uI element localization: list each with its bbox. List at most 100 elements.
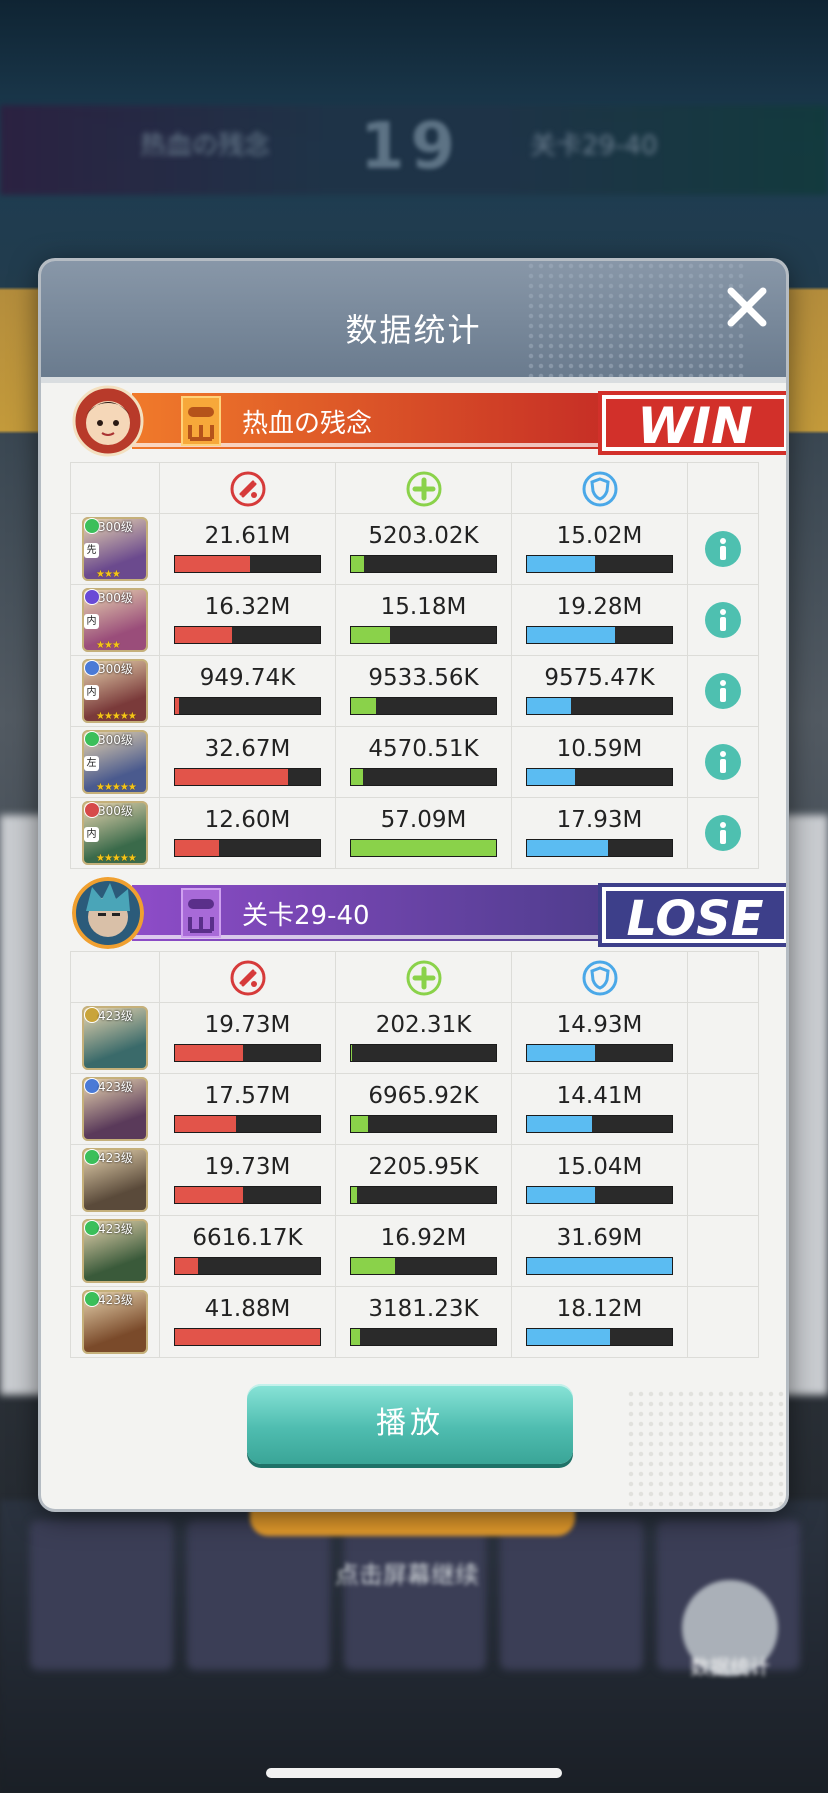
- hero-level: 300级: [98, 733, 133, 747]
- lose-text: LOSE: [626, 891, 763, 947]
- heal-bar: [350, 1186, 497, 1204]
- damage-bar: [174, 1044, 321, 1062]
- damage-bar: [174, 768, 321, 786]
- defense-value: 15.02M: [556, 523, 643, 549]
- heal-bar-fill: [351, 769, 363, 785]
- hero-row: 300级先 ★★★ 21.61M 5203.02K 15.02M: [70, 513, 759, 585]
- heal-cell: 9533.56K: [335, 655, 512, 727]
- defense-bar: [526, 626, 673, 644]
- info-icon[interactable]: [704, 743, 742, 781]
- header-heal-cell: [335, 951, 512, 1003]
- hero-level: 300级: [98, 520, 133, 534]
- heal-bar: [350, 555, 497, 573]
- defense-bar: [526, 1257, 673, 1275]
- hero-avatar[interactable]: 423级: [82, 1290, 148, 1354]
- hero-avatar[interactable]: 423级: [82, 1219, 148, 1283]
- info-icon[interactable]: [704, 601, 742, 639]
- damage-bar-fill: [175, 627, 232, 643]
- damage-value: 6616.17K: [192, 1225, 303, 1251]
- defense-value: 15.04M: [556, 1154, 643, 1180]
- heal-icon: [406, 960, 441, 996]
- background-stats-label: 数据统计: [690, 1655, 770, 1679]
- home-indicator[interactable]: [266, 1768, 562, 1778]
- defense-value: 31.69M: [556, 1225, 643, 1251]
- heal-value: 5203.02K: [368, 523, 479, 549]
- heal-bar-fill: [351, 1258, 395, 1274]
- heal-value: 9533.56K: [368, 665, 479, 691]
- heal-bar: [350, 1115, 497, 1133]
- info-cell: [687, 1073, 759, 1145]
- heal-cell: 2205.95K: [335, 1144, 512, 1216]
- damage-icon: [230, 960, 265, 996]
- defense-bar-fill: [527, 1258, 672, 1274]
- defense-bar: [526, 555, 673, 573]
- damage-cell: 19.73M: [159, 1002, 336, 1074]
- damage-cell: 949.74K: [159, 655, 336, 727]
- background-left-team-name: 热血の残念: [140, 131, 271, 161]
- background-stats-button: 数据统计: [682, 1580, 778, 1679]
- player-avatar: [72, 385, 144, 457]
- play-button[interactable]: 播放: [247, 1384, 573, 1464]
- defense-cell: 14.41M: [511, 1073, 688, 1145]
- hero-stars: ★★★: [96, 569, 121, 580]
- damage-bar: [174, 839, 321, 857]
- hero-stars: ★★★★★: [96, 853, 137, 864]
- hero-avatar[interactable]: 300级内 ★★★★★: [82, 801, 148, 865]
- hero-position-tag: 左: [84, 756, 99, 771]
- heal-cell: 57.09M: [335, 797, 512, 869]
- stats-header-row: [70, 951, 759, 1003]
- header-info-cell: [687, 951, 759, 1003]
- damage-value: 21.61M: [204, 523, 291, 549]
- team-banner-player: 热血の残念 WIN: [72, 385, 786, 457]
- damage-bar-fill: [175, 698, 180, 714]
- defense-value: 19.28M: [556, 594, 643, 620]
- background-hint: 点击屏幕继续: [335, 1561, 479, 1589]
- damage-bar-fill: [175, 1045, 244, 1061]
- damage-bar-fill: [175, 1187, 244, 1203]
- header-hero-cell: [70, 951, 160, 1003]
- hero-row: 423级 19.73M 202.31K 14.93M: [70, 1002, 759, 1074]
- hero-avatar[interactable]: 300级内 ★★★: [82, 588, 148, 652]
- header-hero-cell: [70, 462, 160, 514]
- info-icon[interactable]: [704, 672, 742, 710]
- defense-bar-fill: [527, 627, 616, 643]
- defense-value: 14.93M: [556, 1012, 643, 1038]
- defense-value: 10.59M: [556, 736, 643, 762]
- damage-cell: 16.32M: [159, 584, 336, 656]
- hero-level: 423级: [98, 1222, 133, 1236]
- team-banner-enemy: 关卡29-40 LOSE: [72, 877, 786, 949]
- heal-value: 202.31K: [375, 1012, 472, 1038]
- close-icon[interactable]: [725, 285, 769, 329]
- hero-avatar[interactable]: 423级: [82, 1148, 148, 1212]
- damage-value: 12.60M: [204, 807, 291, 833]
- heal-value: 3181.23K: [368, 1296, 479, 1322]
- hero-cell: 423级: [70, 1002, 160, 1074]
- damage-value: 17.57M: [204, 1083, 291, 1109]
- hero-avatar[interactable]: 300级左 ★★★★★: [82, 730, 148, 794]
- info-cell: [687, 513, 759, 585]
- hero-cell: 423级: [70, 1215, 160, 1287]
- damage-value: 19.73M: [204, 1012, 291, 1038]
- enemy-avatar: [72, 877, 144, 949]
- damage-value: 16.32M: [204, 594, 291, 620]
- heal-bar: [350, 1044, 497, 1062]
- hero-avatar[interactable]: 300级内 ★★★★★: [82, 659, 148, 723]
- info-icon[interactable]: [704, 530, 742, 568]
- heal-bar: [350, 626, 497, 644]
- hero-avatar[interactable]: 300级先 ★★★: [82, 517, 148, 581]
- damage-bar-fill: [175, 769, 289, 785]
- hero-avatar[interactable]: 423级: [82, 1077, 148, 1141]
- damage-cell: 17.57M: [159, 1073, 336, 1145]
- hero-avatar[interactable]: 423级: [82, 1006, 148, 1070]
- player-stats-table: 300级先 ★★★ 21.61M 5203.02K 15.02M 300级内 ★★★ 16.3…: [70, 462, 759, 869]
- defense-bar: [526, 1115, 673, 1133]
- defense-icon: [582, 960, 617, 996]
- info-cell: [687, 584, 759, 656]
- defense-cell: 31.69M: [511, 1215, 688, 1287]
- lose-badge: LOSE: [598, 883, 786, 947]
- info-cell: [687, 797, 759, 869]
- defense-cell: 18.12M: [511, 1286, 688, 1358]
- info-icon[interactable]: [704, 814, 742, 852]
- info-cell: [687, 1215, 759, 1287]
- footer-dot-pattern: [626, 1389, 786, 1509]
